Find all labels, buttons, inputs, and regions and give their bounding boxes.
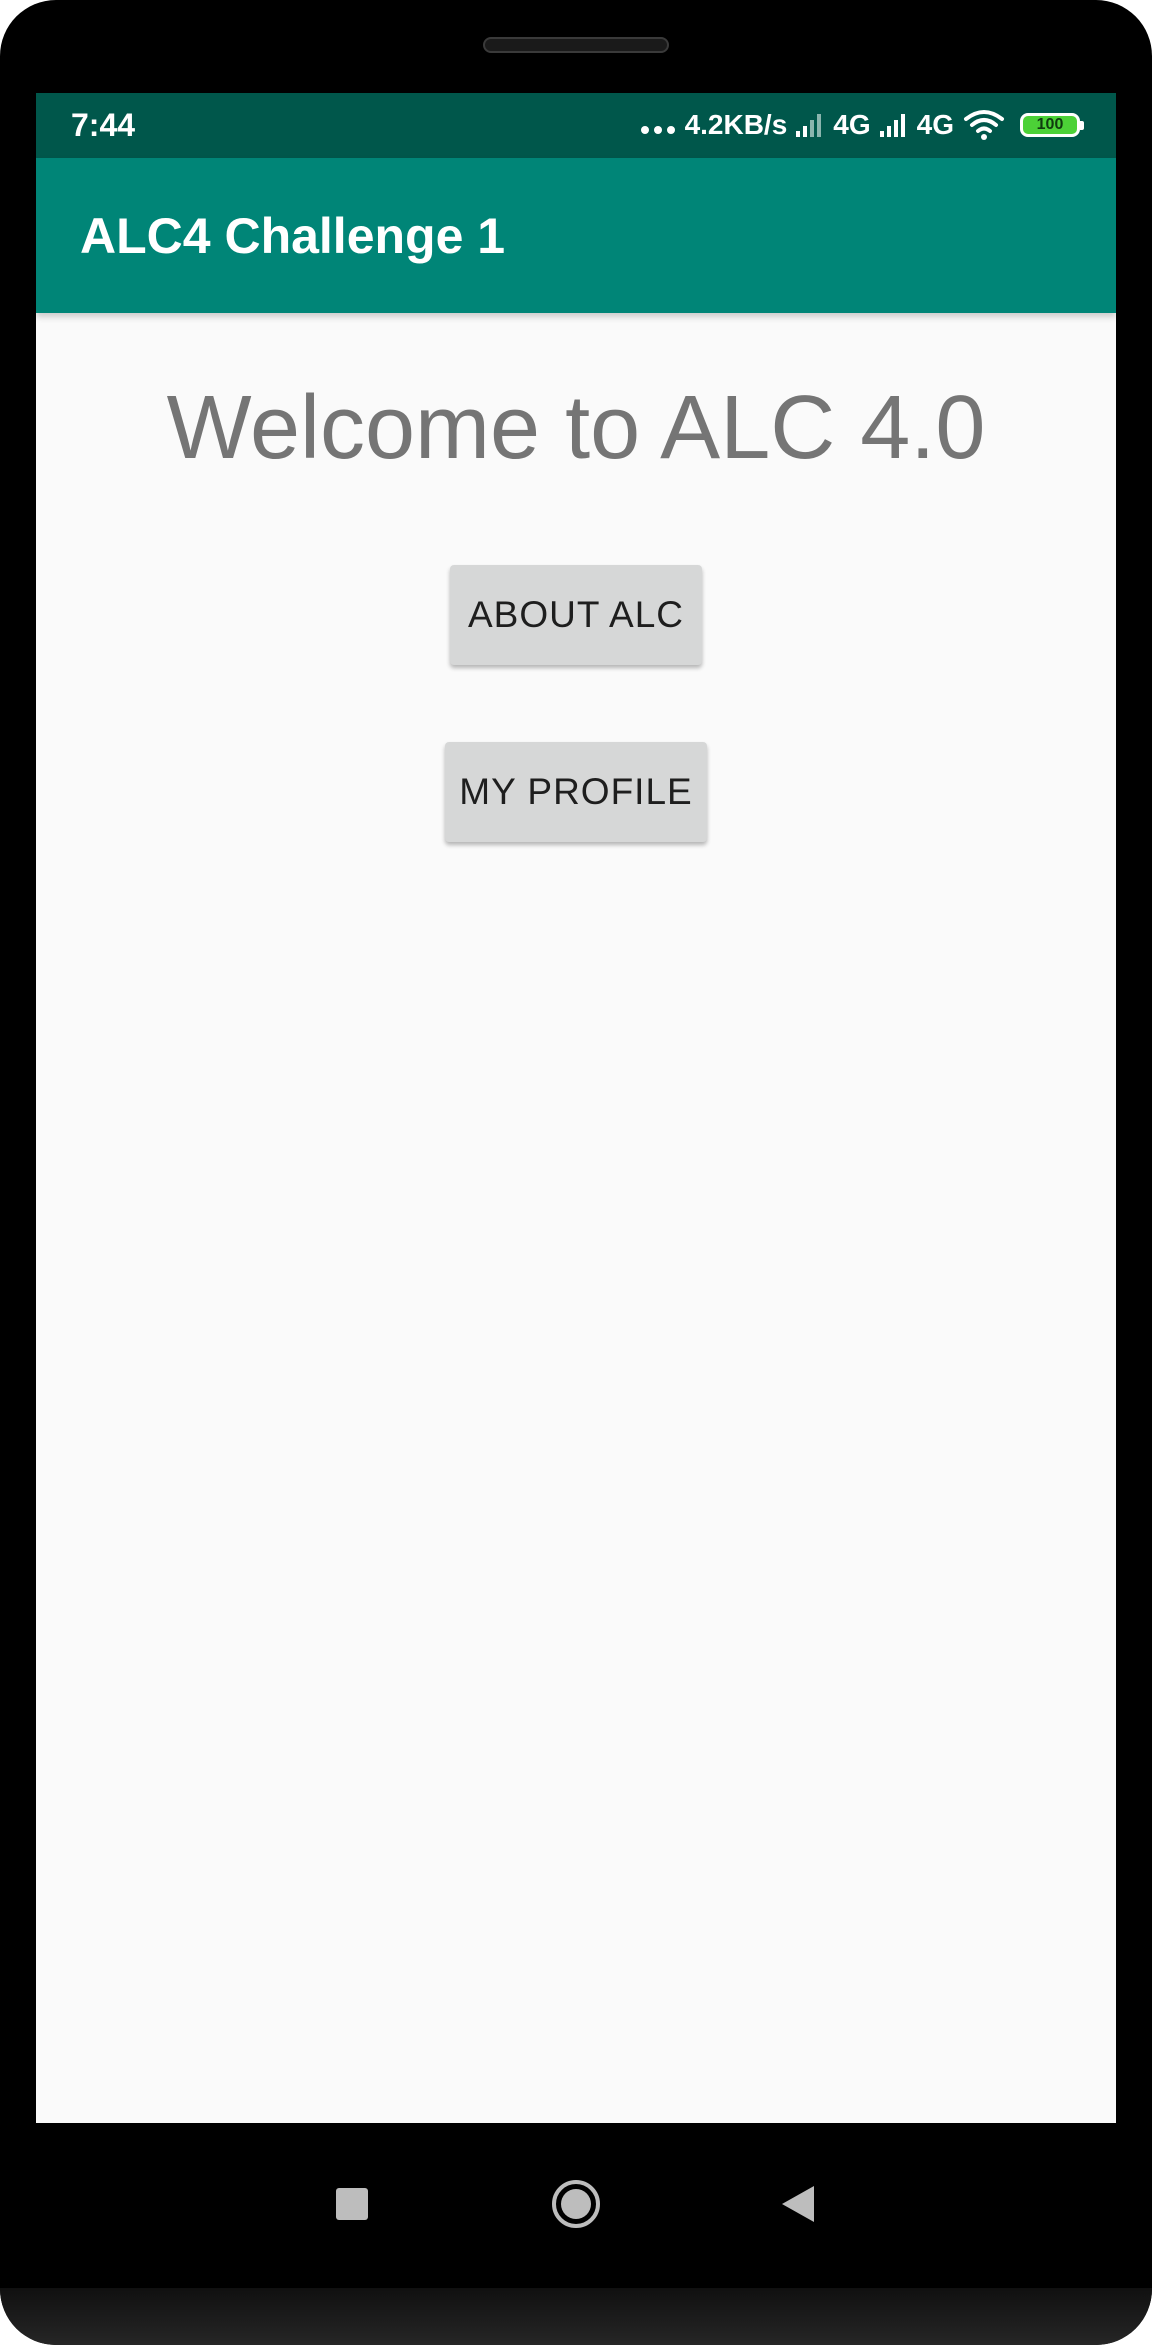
my-profile-button[interactable]: MY PROFILE xyxy=(445,742,707,842)
earpiece-speaker xyxy=(483,37,669,53)
signal-icon xyxy=(796,114,822,137)
more-dots-icon xyxy=(640,116,675,134)
app-title: ALC4 Challenge 1 xyxy=(80,208,506,264)
phone-frame: 7:44 4.2KB/s 4G 4G 100 ALC4 Challenge 1 … xyxy=(0,0,1152,2345)
home-circle-icon[interactable] xyxy=(540,2168,612,2240)
bottom-bezel xyxy=(0,2288,1152,2345)
back-triangle-icon[interactable] xyxy=(762,2168,834,2240)
network-type-1: 4G xyxy=(833,109,871,140)
welcome-heading: Welcome to ALC 4.0 xyxy=(166,378,986,478)
screen: 7:44 4.2KB/s 4G 4G 100 ALC4 Challenge 1 … xyxy=(36,93,1116,2123)
network-type-2: 4G xyxy=(916,109,954,140)
about-alc-button[interactable]: ABOUT ALC xyxy=(450,565,702,665)
wifi-icon xyxy=(964,110,1004,140)
navigation-bar xyxy=(0,2123,1152,2288)
app-bar: ALC4 Challenge 1 xyxy=(36,158,1116,313)
network-speed: 4.2KB/s xyxy=(684,109,788,140)
status-bar: 7:44 4.2KB/s 4G 4G 100 xyxy=(36,93,1116,158)
status-time: 7:44 xyxy=(71,107,136,143)
battery-icon: 100 xyxy=(1020,113,1084,137)
status-icons: 4.2KB/s 4G 4G 100 xyxy=(640,101,1084,149)
signal-icon xyxy=(879,114,905,137)
recents-square-icon[interactable] xyxy=(316,2168,388,2240)
main-content: Welcome to ALC 4.0 ABOUT ALC MY PROFILE xyxy=(36,313,1116,2123)
